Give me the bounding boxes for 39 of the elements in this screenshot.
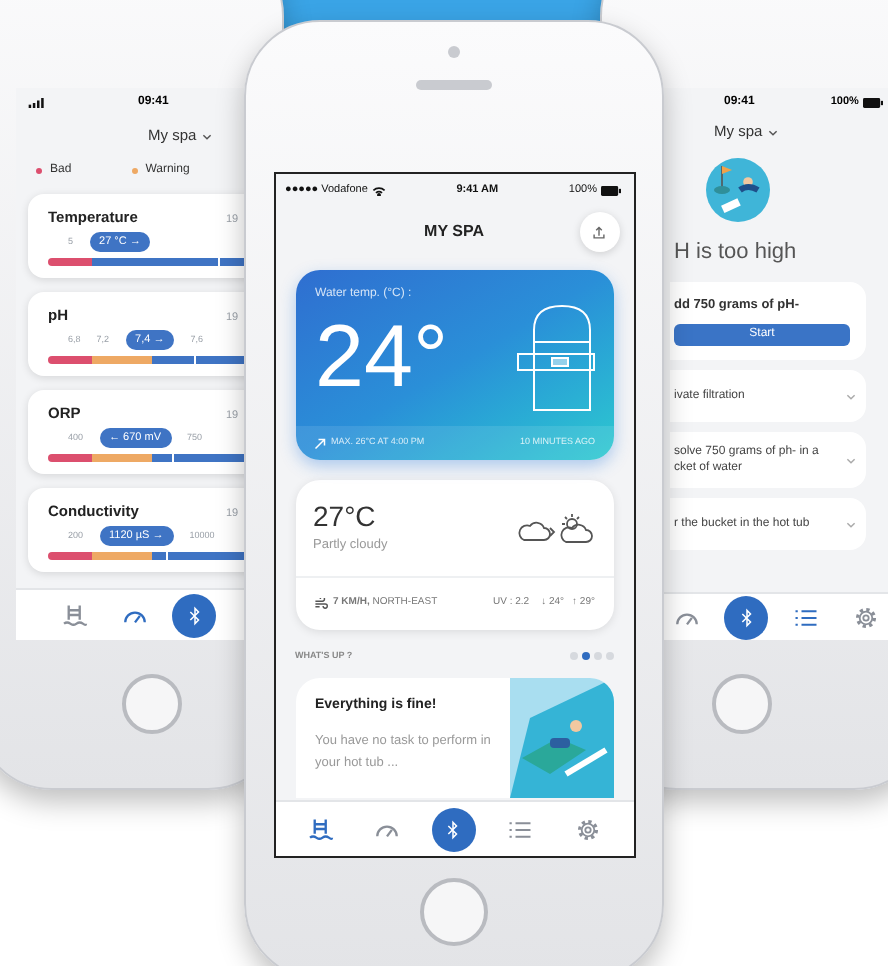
- chevron-icon: [846, 521, 856, 528]
- bluetooth-button[interactable]: [172, 593, 216, 637]
- chevron-icon: [846, 457, 856, 464]
- share-button[interactable]: [579, 212, 619, 252]
- share-icon: [592, 225, 606, 239]
- gauge-icon[interactable]: [374, 820, 401, 838]
- bluetooth-icon: [739, 607, 753, 627]
- ladder-icon[interactable]: [61, 604, 87, 626]
- alert-title: H is too high: [672, 238, 799, 268]
- chevron-icon: [202, 133, 213, 139]
- settings-icon[interactable]: [854, 605, 878, 629]
- swimmer-illustration: [706, 158, 770, 222]
- settings-icon[interactable]: [575, 817, 600, 841]
- home-button[interactable]: [122, 674, 182, 734]
- signal-icon: [28, 97, 46, 107]
- wind-icon: [313, 598, 327, 610]
- battery-icon: [600, 185, 623, 195]
- gauge-icon[interactable]: [121, 606, 147, 624]
- screen-title: MY SPA: [424, 220, 484, 244]
- cloud-to-sun-icon: [515, 512, 595, 544]
- bluetooth-button[interactable]: [431, 807, 476, 851]
- list-icon[interactable]: [794, 607, 818, 627]
- home-button[interactable]: [420, 878, 488, 946]
- spa-device-drawing: [511, 302, 595, 414]
- chevron-icon: [768, 129, 779, 135]
- battery-icon: [862, 97, 885, 107]
- wifi-icon: [371, 185, 386, 195]
- bluetooth-button[interactable]: [724, 595, 768, 639]
- home-button[interactable]: [712, 674, 772, 734]
- gauge-icon[interactable]: [673, 608, 699, 626]
- bluetooth-icon: [446, 819, 461, 839]
- chevron-icon: [846, 393, 856, 400]
- list-icon[interactable]: [508, 819, 533, 839]
- trend-arrow-icon: [313, 437, 325, 449]
- ladder-icon[interactable]: [307, 818, 334, 840]
- speaker-slot: [416, 80, 492, 90]
- temperature-value: 24°: [315, 308, 451, 408]
- bluetooth-icon: [187, 605, 201, 625]
- weather-temperature: 27°C: [313, 500, 378, 533]
